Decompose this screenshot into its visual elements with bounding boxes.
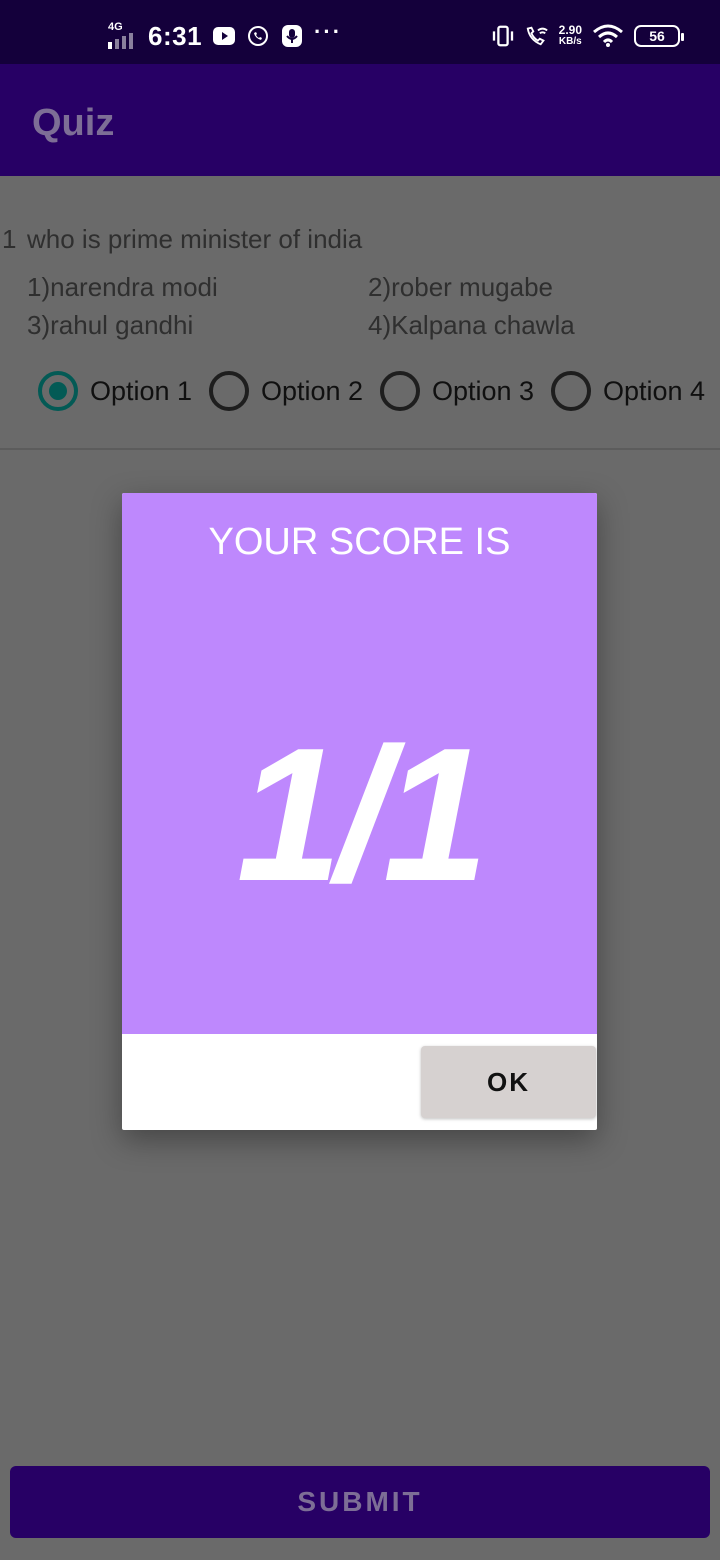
ok-label: OK [487,1066,530,1097]
more-dots-icon: ··· [314,19,343,44]
score-value: 1/1 [236,709,488,921]
choice-3: 3)rahul gandhi [27,310,194,340]
youtube-icon [212,24,236,48]
clock: 6:31 [148,20,203,51]
radio-option-4[interactable]: Option 4 [551,368,705,414]
speed-unit: KB/s [558,36,582,47]
radio-option-label: Option 3 [432,375,535,406]
app-bar: Quiz [0,64,720,176]
score-panel: YOUR SCORE IS 1/1 [122,493,597,1034]
radio-checked-icon [38,371,78,411]
speed-value: 2.90 [558,23,582,37]
radio-option-label: Option 2 [261,375,364,406]
vibrate-icon [491,24,515,48]
radio-option-2[interactable]: Option 2 [209,368,363,414]
wifi-icon [592,24,624,48]
battery-level: 56 [649,28,665,44]
radio-unchecked-icon [209,371,249,411]
submit-label: SUBMIT [297,1486,423,1517]
wifi-calling-icon [525,24,549,48]
score-dialog: YOUR SCORE IS 1/1 OK [122,493,597,1130]
choice-1: 1)narendra modi [27,272,218,302]
battery-icon: 56 [634,25,684,47]
status-bar: 4G 6:31 ··· 2.90 KB/s 56 [0,0,720,64]
whatsapp-icon [246,24,270,48]
network-type: 4G [108,21,123,33]
radio-unchecked-icon [380,371,420,411]
ok-button[interactable]: OK [421,1046,596,1118]
status-right: 2.90 KB/s 56 [491,18,684,54]
status-left: 4G 6:31 ··· [108,18,342,54]
microphone-icon [280,24,304,48]
net-speed: 2.90 KB/s [558,23,582,47]
radio-option-3[interactable]: Option 3 [380,368,534,414]
answer-radio-group: Option 1 Option 2 Option 3 Option 4 [38,368,720,414]
choice-4: 4)Kalpana chawla [368,310,575,340]
radio-option-label: Option 1 [90,375,193,406]
app-title: Quiz [32,102,115,144]
question-card: 1 who is prime minister of india 1)naren… [0,176,720,450]
radio-option-1[interactable]: Option 1 [38,368,192,414]
submit-button[interactable]: SUBMIT [10,1466,710,1538]
signal-icon: 4G [108,21,138,49]
question-number: 1 [2,224,17,254]
choice-2: 2)rober mugabe [368,272,553,302]
question-text: who is prime minister of india [27,224,363,254]
dialog-title: YOUR SCORE IS [208,521,511,563]
radio-unchecked-icon [551,371,591,411]
radio-option-label: Option 4 [603,375,706,406]
